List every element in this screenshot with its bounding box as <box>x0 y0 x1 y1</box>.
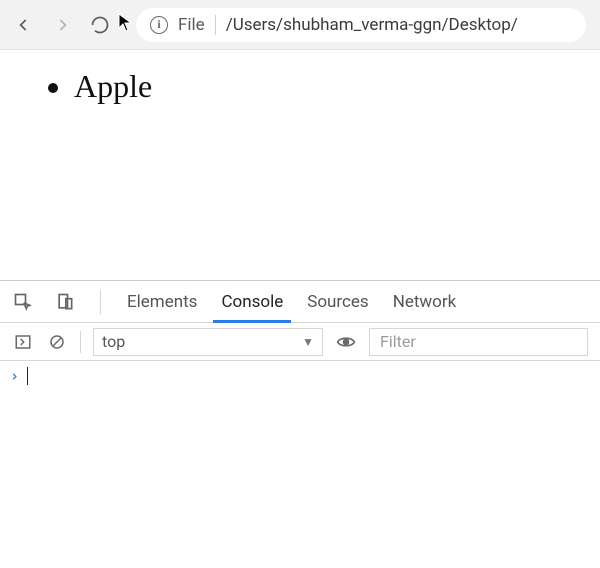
browser-toolbar: i File /Users/shubham_verma-ggn/Desktop/ <box>0 0 600 50</box>
console-toolbar-divider <box>80 331 81 353</box>
console-prompt-line[interactable]: › <box>10 367 590 385</box>
reload-button[interactable] <box>90 15 110 35</box>
url-scheme-label: File <box>178 15 205 35</box>
inspect-icon[interactable] <box>12 291 34 313</box>
filter-input[interactable]: Filter <box>369 328 588 356</box>
filter-placeholder: Filter <box>380 332 416 351</box>
page-content: Apple <box>0 50 600 280</box>
clear-console-icon[interactable] <box>46 331 68 353</box>
url-path: /Users/shubham_verma-ggn/Desktop/ <box>226 15 518 35</box>
prompt-chevron-icon: › <box>10 367 19 385</box>
content-list: Apple <box>30 68 570 105</box>
tab-elements[interactable]: Elements <box>125 282 199 322</box>
tab-console[interactable]: Console <box>219 282 285 322</box>
console-sidebar-toggle-icon[interactable] <box>12 331 34 353</box>
tab-network[interactable]: Network <box>391 282 459 322</box>
devtools-tabbar: Elements Console Sources Network <box>0 281 600 323</box>
address-bar[interactable]: i File /Users/shubham_verma-ggn/Desktop/ <box>136 8 586 42</box>
context-selector[interactable]: top ▼ <box>93 328 323 356</box>
devtools-panel: Elements Console Sources Network top ▼ F… <box>0 280 600 568</box>
back-button[interactable] <box>14 15 34 35</box>
device-toolbar-icon[interactable] <box>54 291 76 313</box>
forward-button[interactable] <box>52 15 72 35</box>
console-toolbar: top ▼ Filter <box>0 323 600 361</box>
info-icon[interactable]: i <box>150 16 168 34</box>
address-separator <box>215 15 216 35</box>
live-expression-icon[interactable] <box>335 331 357 353</box>
chevron-down-icon: ▼ <box>302 335 314 349</box>
console-body[interactable]: › <box>0 361 600 568</box>
tab-sources[interactable]: Sources <box>305 282 370 322</box>
text-caret <box>27 367 28 385</box>
list-item: Apple <box>74 68 570 105</box>
tabbar-divider <box>100 290 101 314</box>
context-selector-value: top <box>102 332 125 351</box>
